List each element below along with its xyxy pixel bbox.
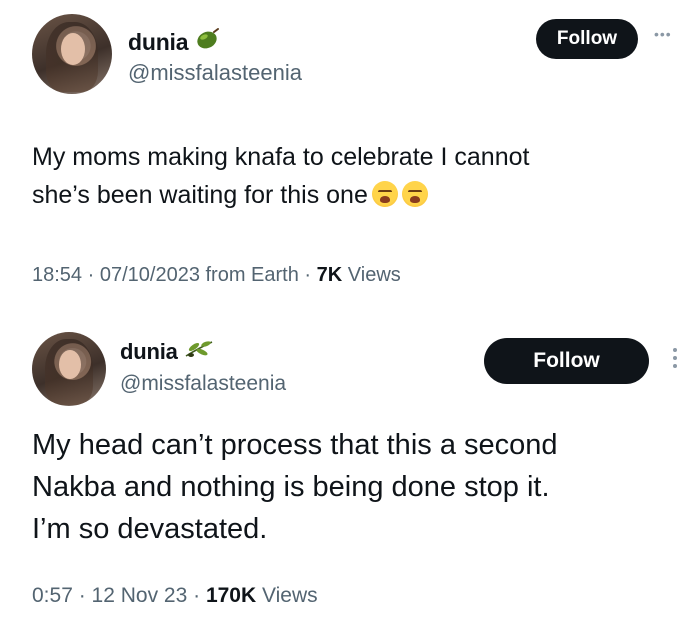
display-name-text[interactable]: dunia xyxy=(128,29,189,56)
tweet-date[interactable]: 07/10/2023 from Earth xyxy=(100,264,299,286)
tweet-text-content: My moms making knafa to celebrate I cann… xyxy=(32,143,530,209)
tweet-time[interactable]: 0:57 xyxy=(32,584,73,607)
views-count[interactable]: 170K xyxy=(206,584,256,607)
avatar[interactable] xyxy=(32,14,112,94)
separator: · xyxy=(82,264,100,286)
views-count[interactable]: 7K xyxy=(317,264,343,286)
tweet-metadata: 18:54 · 07/10/2023 from Earth · 7K Views xyxy=(32,264,401,287)
tweet-card: dunia @missfalasteenia Follow ••• My mom… xyxy=(0,0,700,310)
avatar[interactable] xyxy=(32,332,106,406)
olive-branch-icon xyxy=(184,338,214,366)
display-name[interactable]: dunia xyxy=(120,338,214,366)
more-horizontal-icon[interactable]: ••• xyxy=(654,26,672,42)
loudly-crying-face-icon xyxy=(371,181,398,207)
views-label: Views xyxy=(256,584,318,607)
display-name-text[interactable]: dunia xyxy=(120,339,178,365)
user-handle[interactable]: @missfalasteenia xyxy=(120,372,286,396)
olive-icon xyxy=(194,26,220,58)
follow-button[interactable]: Follow xyxy=(536,19,638,59)
more-vertical-icon[interactable] xyxy=(673,348,679,368)
tweet-metadata: 0:57 · 12 Nov 23 · 170K Views xyxy=(32,584,318,608)
tweet-time[interactable]: 18:54 xyxy=(32,264,82,286)
tweet-text: My moms making knafa to celebrate I cann… xyxy=(32,138,652,214)
separator: · xyxy=(298,264,317,286)
user-handle[interactable]: @missfalasteenia xyxy=(128,60,302,86)
tweet-date[interactable]: 12 Nov 23 xyxy=(92,584,188,607)
views-label: Views xyxy=(342,264,401,286)
follow-button[interactable]: Follow xyxy=(484,338,649,384)
display-name[interactable]: dunia xyxy=(128,26,220,58)
separator: · xyxy=(187,584,206,607)
tweet-card: dunia @missfalasteenia Follow My head ca… xyxy=(0,318,700,631)
tweet-text: My head can’t process that this a second… xyxy=(32,429,558,545)
loudly-crying-face-icon xyxy=(401,181,428,207)
separator: · xyxy=(72,584,92,607)
